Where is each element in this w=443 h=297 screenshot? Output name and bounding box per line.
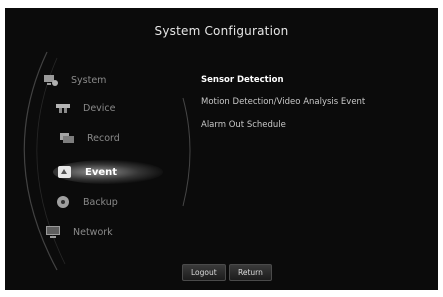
network-icon [45,225,61,239]
nav-item-device[interactable]: Device [55,98,116,118]
menu-item-sensor-detection[interactable]: Sensor Detection [201,75,284,85]
nav-item-event[interactable]: Event [57,162,117,182]
return-button[interactable]: Return [229,264,272,281]
backup-icon [55,195,71,209]
decorative-arcs [23,51,191,271]
nav-label: Network [73,226,113,238]
nav-item-backup[interactable]: Backup [55,192,118,212]
logout-button[interactable]: Logout [182,264,226,281]
config-window: System Configuration System Device Recor… [5,8,438,290]
page-title: System Configuration [154,24,289,38]
nav-item-network[interactable]: Network [45,222,113,242]
menu-item-motion-detection[interactable]: Motion Detection/Video Analysis Event [201,97,365,107]
nav-label: Device [83,102,116,114]
nav-label: Record [87,132,120,144]
menu-item-alarm-out-schedule[interactable]: Alarm Out Schedule [201,120,286,130]
nav-label: Backup [83,196,118,208]
record-icon [59,131,75,145]
nav-label: System [71,74,107,86]
nav-item-record[interactable]: Record [59,128,120,148]
nav-item-system[interactable]: System [43,70,106,90]
system-icon [43,73,59,87]
nav-label: Event [85,166,118,178]
event-icon [57,165,73,179]
device-icon [55,101,71,115]
